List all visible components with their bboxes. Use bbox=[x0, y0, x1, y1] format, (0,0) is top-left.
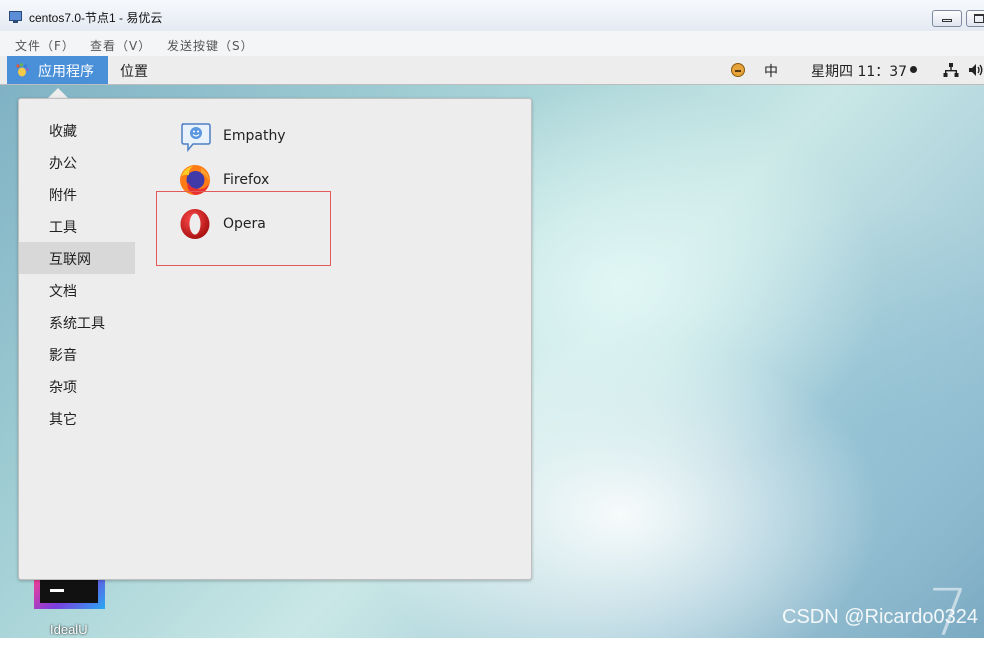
app-name: Firefox bbox=[223, 172, 270, 188]
volume-icon[interactable] bbox=[969, 62, 984, 78]
menu-send-keys[interactable]: 发送按键（S） bbox=[167, 37, 254, 54]
category-sundry[interactable]: 杂项 bbox=[19, 370, 135, 402]
annotation-highlight-box bbox=[156, 191, 331, 266]
category-tools[interactable]: 工具 bbox=[19, 210, 135, 242]
menu-file[interactable]: 文件（F） bbox=[15, 37, 75, 54]
gnome-foot-icon bbox=[16, 63, 29, 77]
minimize-button[interactable] bbox=[932, 10, 962, 27]
applications-label: 应用程序 bbox=[38, 64, 94, 80]
clock-indicator-dot bbox=[910, 66, 917, 73]
category-system-tools[interactable]: 系统工具 bbox=[19, 306, 135, 338]
applications-popup-menu: 收藏 办公 附件 工具 互联网 文档 系统工具 影音 杂项 其它 Empathy… bbox=[18, 98, 532, 580]
category-favorites[interactable]: 收藏 bbox=[19, 114, 135, 146]
gnome-top-panel: 应用程序 位置 中 星期四 11：37 bbox=[0, 56, 984, 85]
places-menu-button[interactable]: 位置 bbox=[120, 61, 148, 81]
app-empathy[interactable]: Empathy bbox=[179, 120, 359, 156]
window-title-bar: centos7.0-节点1 - 易优云 bbox=[0, 0, 984, 32]
category-office[interactable]: 办公 bbox=[19, 146, 135, 178]
category-internet[interactable]: 互联网 bbox=[19, 242, 135, 274]
terminal-glyph-icon bbox=[40, 579, 98, 603]
menu-bar: 文件（F） 查看（V） 发送按键（S） bbox=[0, 31, 984, 57]
network-icon[interactable] bbox=[943, 62, 959, 78]
window-title: centos7.0-节点1 - 易优云 bbox=[29, 11, 163, 25]
user-face-icon[interactable] bbox=[731, 63, 745, 77]
category-sound-video[interactable]: 影音 bbox=[19, 338, 135, 370]
maximize-button[interactable] bbox=[966, 10, 984, 27]
monitor-icon bbox=[9, 11, 22, 23]
input-method-indicator[interactable]: 中 bbox=[764, 61, 778, 81]
category-documents[interactable]: 文档 bbox=[19, 274, 135, 306]
csdn-watermark: CSDN @Ricardo0324 bbox=[782, 606, 978, 628]
category-accessories[interactable]: 附件 bbox=[19, 178, 135, 210]
applications-menu-button[interactable]: 应用程序 bbox=[7, 56, 108, 84]
menu-view[interactable]: 查看（V） bbox=[90, 37, 151, 54]
panel-clock[interactable]: 星期四 11：37 bbox=[811, 61, 907, 81]
desktop-launcher-icon[interactable] bbox=[34, 575, 105, 609]
desktop-launcher-label[interactable]: IdealU bbox=[50, 622, 88, 637]
category-other[interactable]: 其它 bbox=[19, 402, 135, 434]
app-name: Empathy bbox=[223, 128, 286, 144]
empathy-chat-icon bbox=[181, 123, 211, 152]
